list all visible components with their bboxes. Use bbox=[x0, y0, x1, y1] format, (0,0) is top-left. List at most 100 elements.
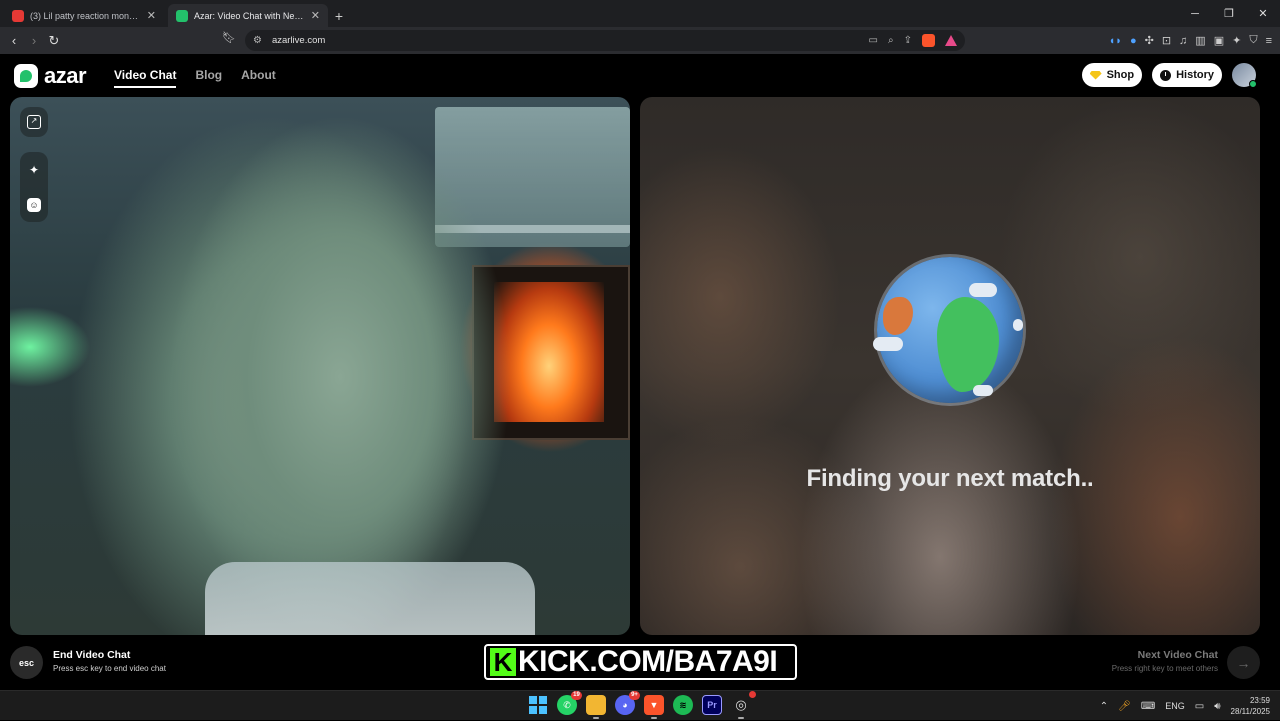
azar-favicon-icon bbox=[176, 9, 188, 22]
brave-rewards-icon[interactable] bbox=[945, 35, 957, 46]
running-indicator bbox=[651, 717, 657, 719]
tab-close-icon[interactable]: ✕ bbox=[311, 9, 320, 22]
cast-icon[interactable]: ▭ bbox=[869, 35, 878, 46]
microphone-icon[interactable]: 🎤︎ bbox=[1118, 701, 1131, 712]
restore-icon[interactable]: ❐ bbox=[1212, 0, 1246, 27]
camera-switch-icon[interactable]: ↗ bbox=[27, 115, 41, 129]
spotify-app[interactable]: ≋ bbox=[673, 695, 693, 715]
spotify-icon: ≋ bbox=[679, 699, 687, 710]
azar-logo-icon bbox=[14, 64, 38, 88]
kick-logo-icon: K bbox=[490, 648, 516, 676]
plus-icon: + bbox=[334, 7, 344, 24]
face-mask-icon[interactable]: ☺ bbox=[27, 197, 41, 212]
forward-button[interactable]: › bbox=[24, 31, 44, 51]
end-chat-hint: Press esc key to end video chat bbox=[53, 664, 166, 673]
extension-blue-icon[interactable]: ● bbox=[1130, 35, 1137, 47]
keyboard-icon[interactable]: ⌨ bbox=[1141, 701, 1155, 712]
obs-icon: ◎ bbox=[735, 697, 747, 712]
start-button[interactable] bbox=[528, 695, 548, 715]
next-chat-hint: Press right key to meet others bbox=[1111, 664, 1218, 673]
share-icon[interactable]: ⇪ bbox=[904, 35, 912, 46]
tab-title: (3) Lil patty reaction mons B4 - YouTu bbox=[30, 10, 141, 21]
nav-video-chat[interactable]: Video Chat bbox=[114, 68, 177, 88]
tab-azar[interactable]: Azar: Video Chat with New Pe ✕ bbox=[168, 4, 328, 27]
system-clock[interactable]: 23:59 28/11/2025 bbox=[1231, 695, 1270, 717]
address-bar[interactable]: ⚙︎ azarlive.com ▭ ⌕ ⇪ bbox=[245, 30, 965, 51]
avatar[interactable] bbox=[1232, 63, 1257, 88]
matching-status-text: Finding your next match.. bbox=[806, 465, 1094, 492]
header-actions: Shop History bbox=[1081, 63, 1257, 88]
camera-switch-control: ↗ bbox=[20, 107, 48, 137]
system-tray: ⌃ 🎤︎ ⌨ ENG ▭ 🔊︎ 23:59 28/11/2025 bbox=[1100, 691, 1270, 721]
history-button[interactable]: History bbox=[1152, 63, 1222, 87]
brave-app[interactable]: ▼ bbox=[644, 695, 664, 719]
leo-ai-icon[interactable]: ✦ bbox=[1232, 34, 1241, 47]
end-chat-button[interactable]: esc bbox=[10, 646, 43, 679]
audio-icon[interactable]: ◖◗ bbox=[1109, 35, 1122, 47]
window-controls: ─ ❐ ✕ bbox=[1178, 0, 1280, 27]
globe-icon bbox=[873, 257, 1023, 403]
arrow-right-icon: → bbox=[1236, 654, 1251, 671]
music-icon[interactable]: ♫ bbox=[1179, 35, 1187, 47]
file-explorer-app[interactable] bbox=[586, 695, 606, 719]
volume-icon[interactable]: 🔊︎ bbox=[1214, 701, 1220, 712]
taskbar-apps: ✆ 19 ◕ 9+ ▼ ≋ Pr ◎ bbox=[528, 691, 756, 719]
vpn-icon[interactable]: ⛉ bbox=[1249, 34, 1257, 47]
clock-icon bbox=[1160, 69, 1172, 81]
chevron-up-icon[interactable]: ⌃ bbox=[1100, 701, 1108, 712]
reload-button[interactable]: ↻ bbox=[44, 31, 64, 51]
effects-controls: ✦ ☺ bbox=[20, 152, 48, 222]
clock-time: 23:59 bbox=[1249, 696, 1270, 705]
premiere-app[interactable]: Pr bbox=[702, 695, 722, 715]
tab-youtube[interactable]: (3) Lil patty reaction mons B4 - YouTu ✕ bbox=[4, 4, 164, 27]
recording-dot bbox=[749, 691, 756, 698]
language-indicator[interactable]: ENG bbox=[1165, 701, 1185, 711]
browser-tab-bar: (3) Lil patty reaction mons B4 - YouTu ✕… bbox=[0, 0, 1280, 27]
nav-about[interactable]: About bbox=[241, 68, 276, 88]
menu-icon[interactable]: ≡ bbox=[1266, 35, 1272, 47]
next-chat-button[interactable]: → bbox=[1227, 646, 1260, 679]
extensions-icon[interactable]: ✣ bbox=[1145, 34, 1154, 47]
tab-title: Azar: Video Chat with New Pe bbox=[194, 10, 305, 21]
sidebar-icon[interactable]: ▥ bbox=[1195, 34, 1205, 47]
discord-icon: ◕ bbox=[622, 700, 628, 710]
shop-label: Shop bbox=[1106, 69, 1135, 81]
nav-blog[interactable]: Blog bbox=[195, 68, 222, 88]
wallet-icon[interactable]: ▣ bbox=[1214, 34, 1224, 47]
brave-lion-icon: ▼ bbox=[649, 700, 659, 710]
online-status-icon bbox=[1249, 80, 1257, 88]
back-arrow-icon: ‹ bbox=[11, 33, 17, 48]
whatsapp-badge: 19 bbox=[571, 691, 582, 700]
network-icon[interactable]: ▭ bbox=[1195, 701, 1204, 712]
obs-app[interactable]: ◎ bbox=[731, 691, 756, 719]
url-text: azarlive.com bbox=[271, 35, 326, 46]
user-camera-figure bbox=[160, 97, 520, 635]
remote-video-panel: Finding your next match.. bbox=[640, 97, 1260, 635]
new-tab-button[interactable]: + bbox=[328, 4, 350, 27]
brave-shields-icon[interactable] bbox=[922, 34, 935, 47]
overlay-url-text: KICK.COM/BA7A9I bbox=[518, 645, 778, 678]
end-chat-title: End Video Chat bbox=[53, 649, 131, 661]
close-icon[interactable]: ✕ bbox=[1246, 0, 1280, 27]
site-settings-icon[interactable]: ⚙︎ bbox=[253, 35, 262, 46]
discord-app[interactable]: ◕ 9+ bbox=[615, 691, 640, 715]
whatsapp-app[interactable]: ✆ 19 bbox=[557, 691, 582, 715]
user-camera-sleeve bbox=[205, 562, 535, 635]
clock-date: 28/11/2025 bbox=[1230, 707, 1270, 716]
running-indicator bbox=[738, 717, 744, 719]
zoom-icon[interactable]: ⌕ bbox=[888, 35, 894, 46]
windows-taskbar: ✆ 19 ◕ 9+ ▼ ≋ Pr ◎ ⌃ 🎤︎ ⌨ ENG ▭ 🔊︎ 23:59… bbox=[0, 690, 1280, 720]
sparkle-effects-icon[interactable]: ✦ bbox=[27, 163, 41, 177]
back-button[interactable]: ‹ bbox=[4, 31, 24, 51]
youtube-favicon-icon bbox=[12, 9, 24, 22]
tab-close-icon[interactable]: ✕ bbox=[147, 9, 156, 22]
minimize-icon[interactable]: ─ bbox=[1178, 0, 1212, 27]
premiere-label: Pr bbox=[707, 700, 717, 710]
bookmark-icon[interactable]: 🔖︎ bbox=[222, 31, 236, 44]
windows-logo-icon bbox=[529, 696, 547, 714]
forward-arrow-icon: › bbox=[31, 33, 37, 48]
screenshot-icon[interactable]: ⊡ bbox=[1162, 34, 1171, 47]
shop-button[interactable]: Shop bbox=[1081, 63, 1143, 87]
azar-logo[interactable]: azar bbox=[14, 63, 87, 89]
main-nav: Video Chat Blog About bbox=[114, 68, 276, 88]
